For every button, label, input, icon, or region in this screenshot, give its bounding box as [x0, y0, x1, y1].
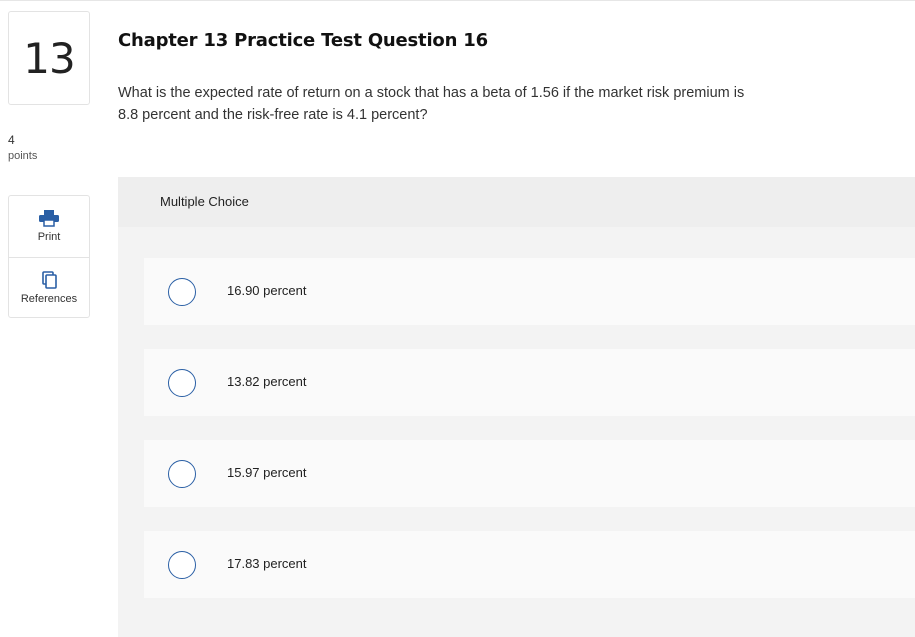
references-button[interactable]: References [9, 257, 89, 318]
print-button[interactable]: Print [9, 196, 89, 257]
tools-panel: Print References [8, 195, 90, 318]
choice-option[interactable]: 15.97 percent [144, 440, 915, 507]
choice-label: 15.97 percent [227, 465, 307, 480]
multiple-choice-panel: Multiple Choice 16.90 percent 13.82 perc… [118, 177, 915, 637]
radio-button[interactable] [168, 460, 196, 488]
choice-option[interactable]: 16.90 percent [144, 258, 915, 325]
print-label: Print [37, 231, 61, 243]
radio-button[interactable] [168, 278, 196, 306]
points-value: 4 [8, 133, 15, 147]
choice-option[interactable]: 13.82 percent [144, 349, 915, 416]
multiple-choice-label: Multiple Choice [160, 194, 249, 209]
references-label: References [20, 293, 78, 305]
points-label: points [8, 150, 38, 162]
choice-option[interactable]: 17.83 percent [144, 531, 915, 598]
printer-icon [39, 210, 59, 227]
question-number: 13 [8, 11, 90, 105]
radio-button[interactable] [168, 551, 196, 579]
radio-button[interactable] [168, 369, 196, 397]
question-text: What is the expected rate of return on a… [118, 85, 745, 123]
choices-list: 16.90 percent 13.82 percent 15.97 percen… [118, 227, 915, 637]
multiple-choice-header: Multiple Choice [118, 177, 915, 227]
choice-label: 16.90 percent [227, 283, 307, 298]
references-icon [42, 271, 57, 289]
question-title: Chapter 13 Practice Test Question 16 [118, 30, 488, 51]
top-divider [0, 0, 915, 1]
choice-label: 13.82 percent [227, 374, 307, 389]
choice-label: 17.83 percent [227, 556, 307, 571]
